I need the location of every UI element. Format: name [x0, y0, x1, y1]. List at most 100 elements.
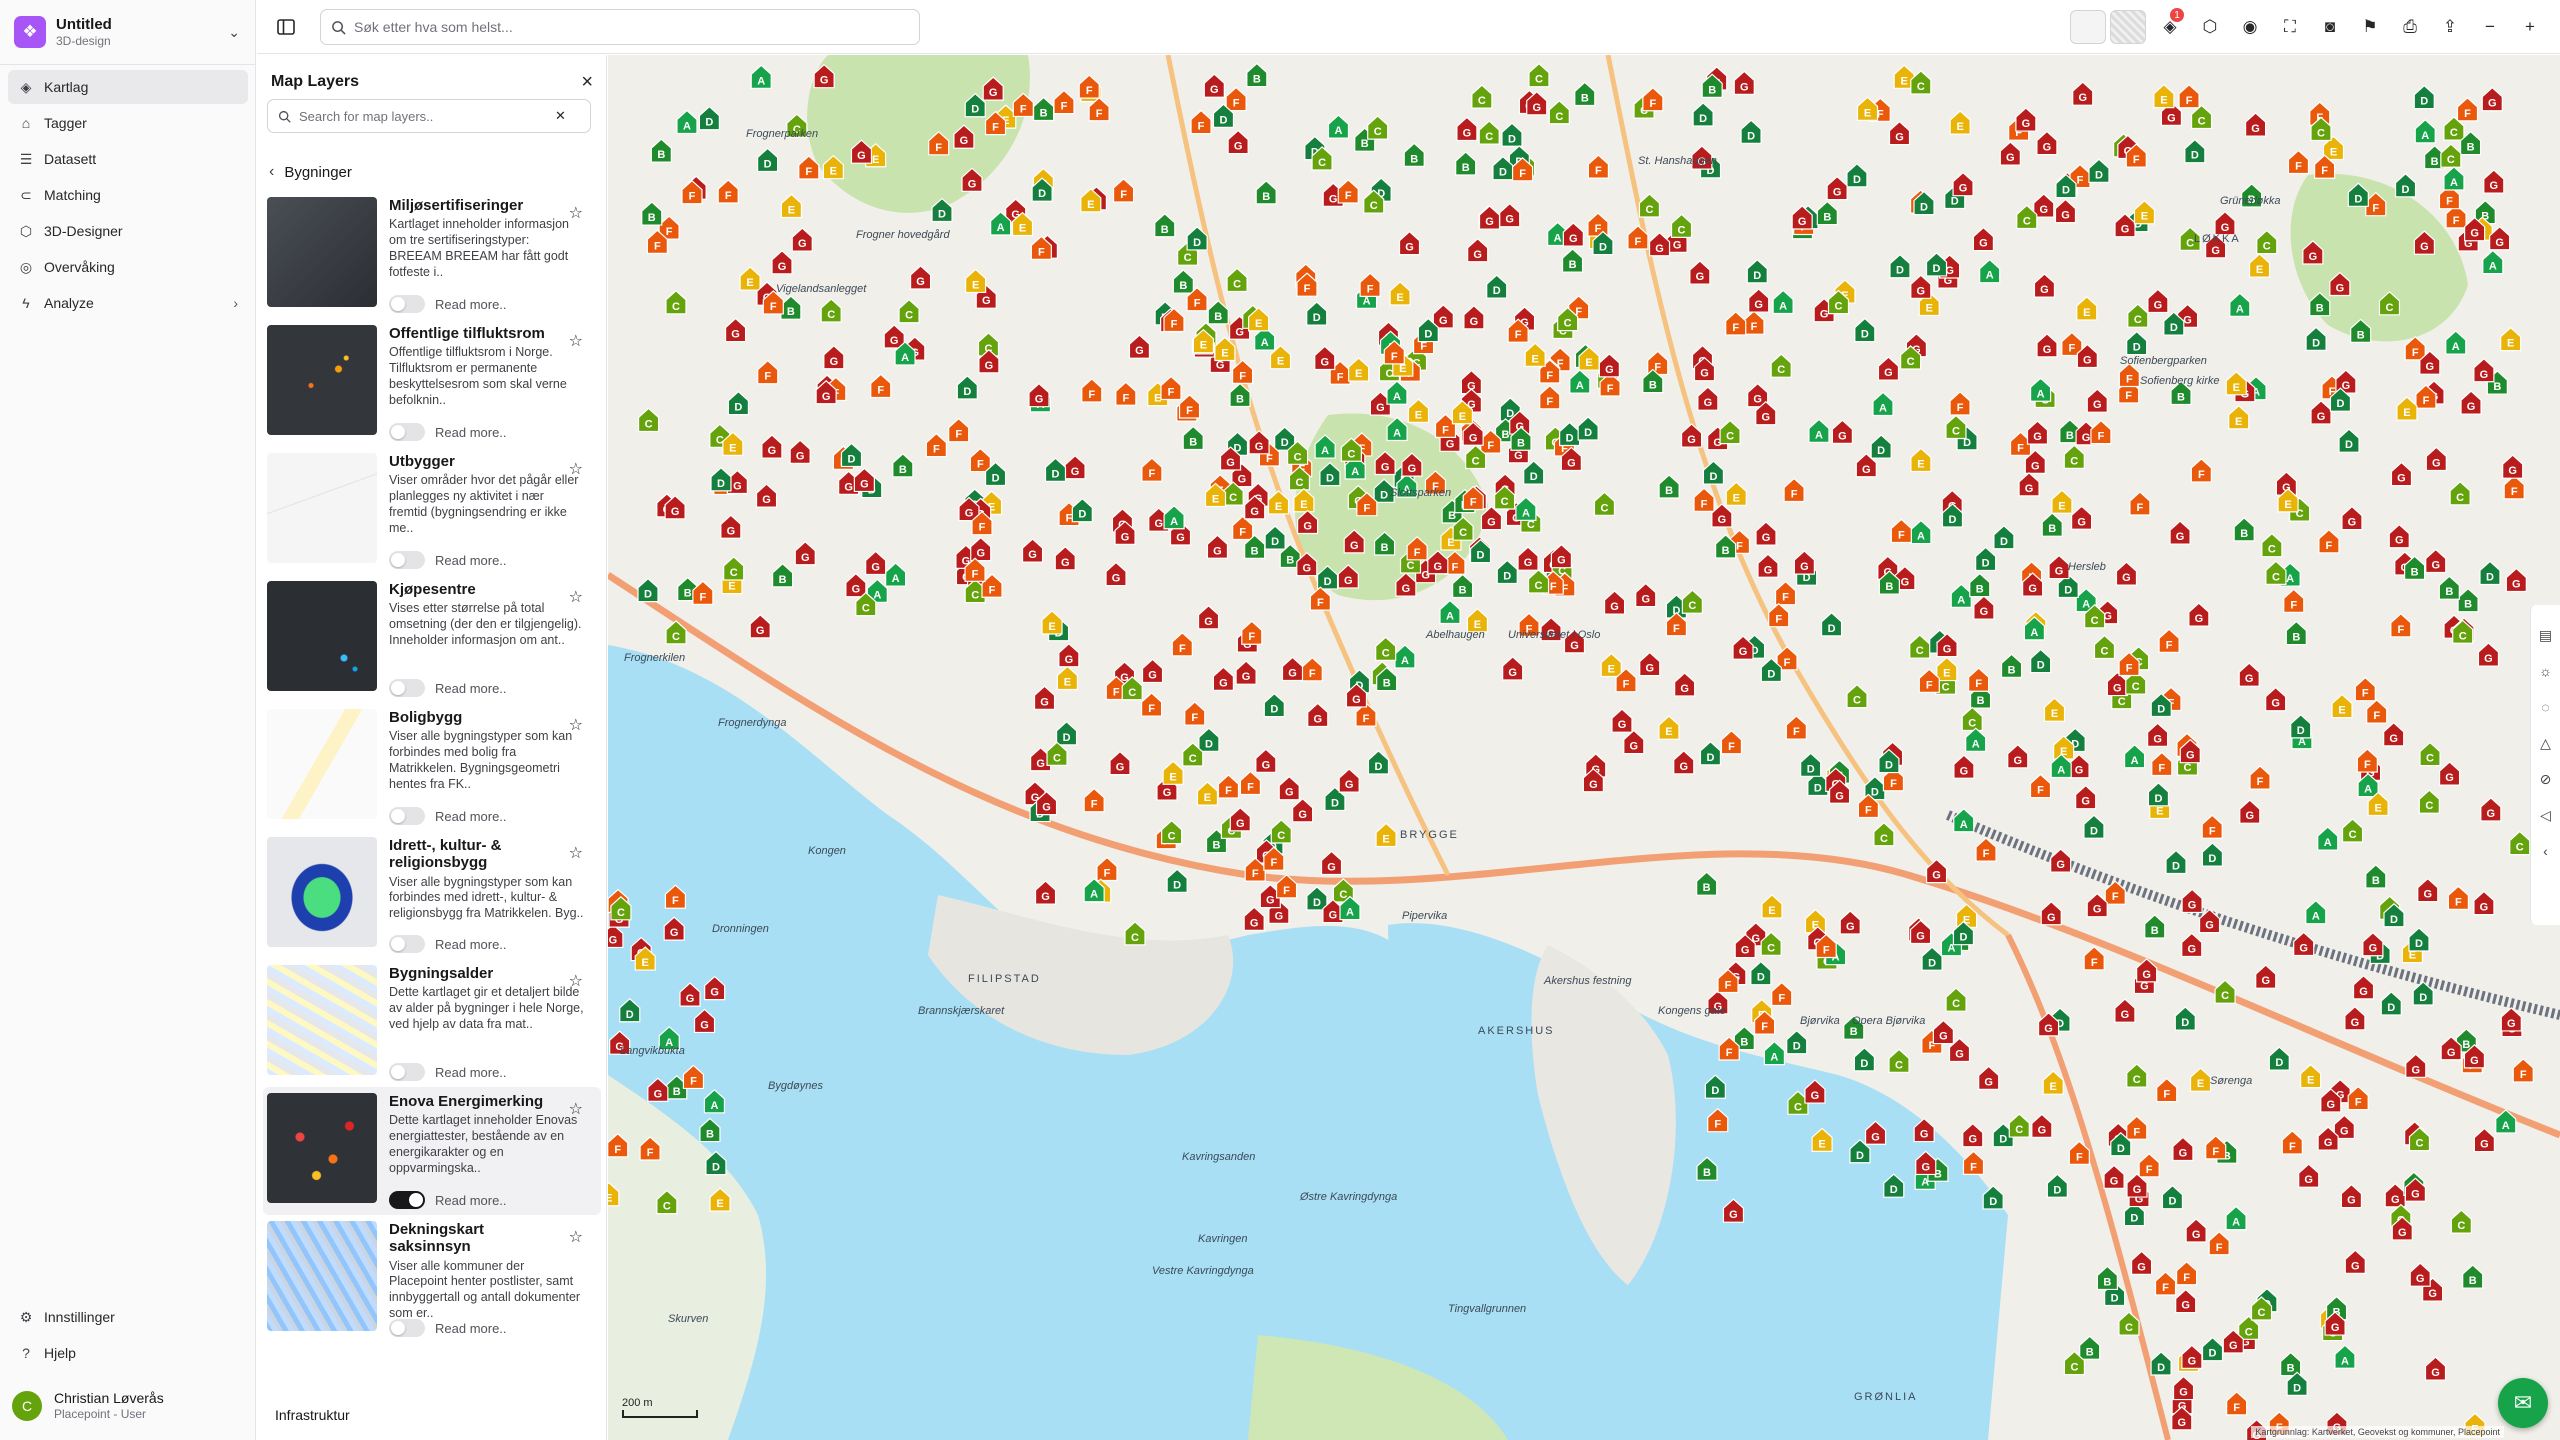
sidebar-item-matching[interactable]: ⊂ Matching	[8, 178, 248, 212]
screenshot-button[interactable]: ◙	[2310, 10, 2350, 44]
energy-marker[interactable]: G	[1314, 345, 1336, 371]
energy-marker[interactable]: G	[1877, 356, 1900, 381]
energy-marker[interactable]: C	[2190, 104, 2213, 130]
energy-marker[interactable]: C	[2127, 303, 2149, 328]
energy-marker[interactable]: D	[1523, 460, 1545, 485]
energy-marker[interactable]: F	[1081, 378, 1103, 403]
energy-marker[interactable]: E	[739, 266, 761, 291]
energy-marker[interactable]: C	[2008, 1113, 2030, 1138]
energy-marker[interactable]: G	[2018, 472, 2040, 497]
energy-marker[interactable]: G	[1197, 605, 1220, 630]
energy-marker[interactable]: B	[1658, 474, 1680, 499]
energy-marker[interactable]: D	[1559, 421, 1581, 447]
zoom-in-button[interactable]: +	[2510, 10, 2550, 44]
energy-marker[interactable]: D	[2030, 648, 2052, 674]
energy-marker[interactable]: C	[1873, 821, 1895, 847]
energy-marker[interactable]: A	[1394, 644, 1416, 669]
energy-marker[interactable]: B	[1452, 573, 1474, 599]
close-icon[interactable]: ×	[581, 71, 593, 94]
energy-marker[interactable]: D	[637, 577, 659, 603]
energy-marker[interactable]: C	[1046, 741, 1068, 766]
energy-marker[interactable]: G	[2036, 130, 2058, 156]
energy-marker[interactable]: C	[2063, 444, 2085, 469]
energy-marker[interactable]: G	[2477, 642, 2500, 667]
energy-marker[interactable]: C	[1719, 419, 1741, 445]
energy-marker[interactable]: G	[1598, 353, 1620, 378]
energy-marker[interactable]: A	[1515, 496, 1537, 521]
shapes-icon[interactable]: ◌	[2541, 689, 2549, 725]
energy-marker[interactable]: D	[2184, 138, 2206, 164]
energy-marker[interactable]: G	[2383, 721, 2405, 747]
energy-marker[interactable]: G	[1456, 116, 1478, 142]
read-more-link[interactable]: Read more..	[435, 681, 507, 696]
energy-marker[interactable]: E	[1196, 781, 1219, 806]
energy-marker[interactable]: B	[2000, 653, 2023, 678]
energy-marker[interactable]: F	[1587, 154, 1609, 179]
energy-marker[interactable]: B	[1455, 151, 1477, 176]
energy-marker[interactable]: F	[2156, 1077, 2178, 1103]
energy-marker[interactable]: G	[1831, 419, 1853, 444]
energy-marker[interactable]: G	[749, 614, 771, 639]
layer-toggle[interactable]	[389, 679, 425, 697]
energy-marker[interactable]: G	[2103, 1164, 2125, 1189]
energy-marker[interactable]: C	[1681, 589, 1703, 614]
sidebar-item-tagger[interactable]: ⌂ Tagger	[8, 106, 248, 140]
energy-marker[interactable]: D	[2165, 849, 2187, 875]
energy-marker[interactable]: C	[1527, 569, 1550, 594]
energy-marker[interactable]: G	[755, 483, 778, 508]
energy-marker[interactable]: C	[2214, 979, 2236, 1004]
energy-marker[interactable]: G	[1227, 129, 1249, 155]
energy-marker[interactable]: G	[2425, 548, 2447, 574]
energy-marker[interactable]: G	[2071, 505, 2093, 530]
energy-marker[interactable]: F	[1140, 692, 1163, 717]
layer-toggle[interactable]	[389, 1319, 425, 1337]
energy-marker[interactable]: D	[2150, 1351, 2172, 1376]
energy-marker[interactable]: C	[2126, 1063, 2148, 1088]
energy-marker[interactable]: G	[1953, 754, 1975, 779]
energy-marker[interactable]: E	[965, 268, 987, 294]
energy-marker[interactable]: C	[1945, 414, 1967, 440]
energy-marker[interactable]: A	[750, 64, 772, 89]
energy-marker[interactable]: B	[1172, 269, 1194, 294]
energy-marker[interactable]: G	[1932, 1019, 1954, 1045]
energy-marker[interactable]: G	[2340, 1183, 2363, 1209]
sidebar-item-analyze[interactable]: ϟ Analyze ›	[8, 286, 248, 320]
energy-marker[interactable]: G	[2424, 1356, 2447, 1381]
energy-marker[interactable]: C	[2509, 830, 2531, 856]
energy-marker[interactable]: F	[1309, 586, 1331, 611]
energy-marker[interactable]: G	[1674, 672, 1696, 697]
energy-marker[interactable]: D	[2088, 158, 2110, 183]
energy-marker[interactable]: E	[1375, 822, 1397, 848]
energy-marker[interactable]: E	[2500, 326, 2522, 352]
energy-marker[interactable]: G	[1338, 768, 1360, 793]
layer-item[interactable]: Utbygger Viser områder hvor det pågår el…	[263, 447, 601, 575]
energy-marker[interactable]: F	[2151, 751, 2173, 777]
energy-marker[interactable]: G	[1105, 561, 1127, 587]
sun-icon[interactable]: ☼	[2539, 653, 2552, 689]
energy-marker[interactable]: F	[717, 179, 739, 204]
energy-marker[interactable]: B	[2079, 1335, 2101, 1360]
energy-marker[interactable]: E	[2248, 253, 2271, 278]
energy-marker[interactable]: E	[1600, 652, 1622, 678]
energy-marker[interactable]: F	[757, 359, 779, 385]
energy-marker[interactable]: A	[885, 562, 907, 587]
energy-marker[interactable]: G	[794, 540, 816, 566]
energy-marker[interactable]: D	[1699, 741, 1722, 766]
energy-marker[interactable]: G	[2390, 461, 2413, 487]
energy-marker[interactable]: G	[1755, 521, 1777, 546]
energy-marker[interactable]: F	[1112, 178, 1135, 203]
energy-marker[interactable]: A	[2029, 377, 2052, 402]
read-more-link[interactable]: Read more..	[435, 297, 507, 312]
layer-item[interactable]: Boligbygg Viser alle bygningstyper som k…	[263, 703, 601, 831]
send-icon[interactable]: ◁	[2540, 797, 2551, 833]
energy-marker[interactable]: D	[1786, 1029, 1808, 1055]
energy-marker[interactable]: G	[2244, 112, 2267, 137]
energy-marker[interactable]: C	[723, 556, 745, 581]
energy-marker[interactable]: G	[1248, 430, 1270, 455]
energy-marker[interactable]: A	[2414, 118, 2436, 144]
energy-marker[interactable]: C	[1375, 636, 1397, 661]
energy-marker[interactable]: A	[676, 109, 698, 135]
energy-marker[interactable]: G	[1206, 534, 1229, 559]
energy-marker[interactable]: B	[2041, 512, 2063, 537]
energy-marker[interactable]: C	[1124, 921, 1146, 946]
